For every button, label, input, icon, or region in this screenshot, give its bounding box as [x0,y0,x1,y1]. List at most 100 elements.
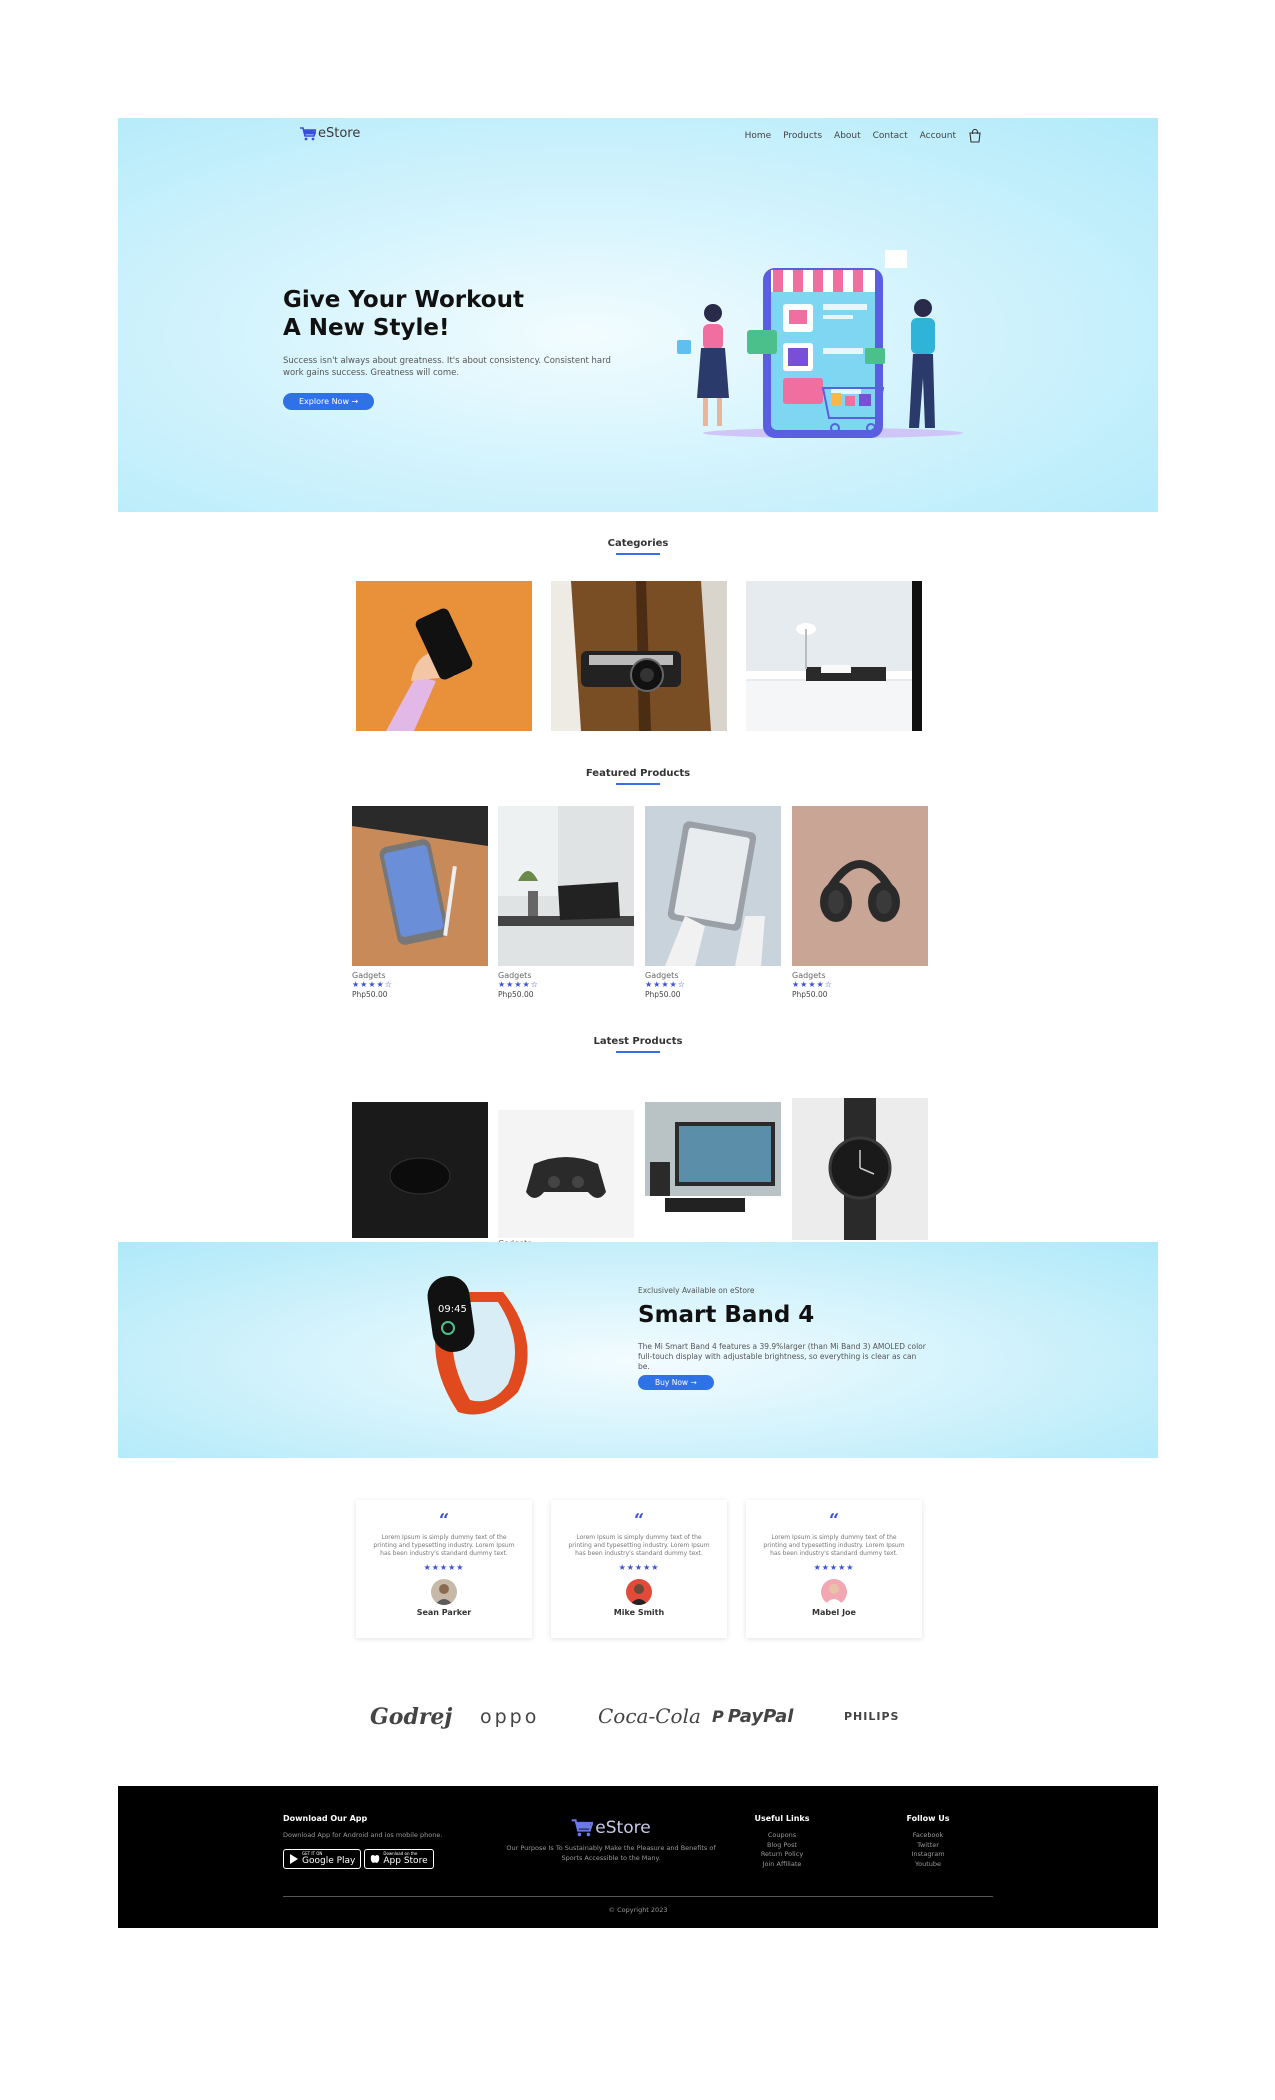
download-text: Download App for Android and ios mobile … [283,1831,443,1839]
download-title: Download Our App [283,1814,368,1823]
category-phone[interactable] [356,581,532,731]
categories-title-text: Categories [607,538,669,549]
nav-home[interactable]: Home [745,131,772,141]
featured-product-card[interactable]: Gadgets ★★★★☆ Php50.00 [792,806,928,999]
featured-title-text: Featured Products [585,768,691,779]
explore-now-button[interactable]: Explore Now → [283,393,375,410]
latest-title-text: Latest Products [593,1036,683,1047]
testimonial-name: Mike Smith [613,1608,665,1617]
featured-product-card[interactable]: Gadgets ★★★★☆ Php50.00 [352,806,488,999]
star-rating: ★★★★★ [813,1563,855,1572]
nav-about[interactable]: About [834,131,861,141]
buy-now-button[interactable]: Buy Now → [638,1375,714,1390]
app-store-big: App Store [383,1856,428,1866]
featured-title: Featured Products [118,768,1158,785]
google-play-big: Google Play [302,1856,356,1866]
tablet-image [645,806,781,966]
avatar [431,1579,457,1605]
footer-download: Download Our App Download App for Androi… [283,1814,442,1869]
testimonial-name: Mabel Joe [812,1608,856,1617]
mouse-image [352,1102,488,1238]
star-rating: ★★★★☆ [498,980,539,989]
star-rating: ★★★★☆ [352,980,393,989]
link-join-affiliate[interactable]: Join Affiliate [752,1860,812,1870]
game-controller-image [498,1110,634,1238]
wristwatch-image [792,1098,928,1240]
hero-section: eStore Home Products About Contact Accou… [118,118,1158,512]
footer: Download Our App Download App for Androi… [118,1786,1158,1928]
product-price: Php50.00 [352,990,388,999]
latest-product-card[interactable] [792,1098,928,1240]
product-category: Gadgets [792,971,826,980]
category-desk[interactable] [746,581,922,731]
link-instagram[interactable]: Instagram [898,1850,958,1860]
testimonial-text: Lorem Ipsum is simply dummy text of the … [373,1534,515,1557]
featured-product-card[interactable]: Gadgets ★★★★☆ Php50.00 [498,806,634,999]
product-category: Gadgets [645,971,679,980]
footer-logo[interactable]: eStore [496,1818,726,1838]
latest-product-card[interactable] [352,1102,488,1238]
testimonial-card: “ Lorem Ipsum is simply dummy text of th… [356,1500,532,1638]
page: eStore Home Products About Contact Accou… [118,118,1158,1928]
computer-setup-image [645,1102,781,1238]
product-price: Php50.00 [792,990,828,999]
laptop-desk-image [498,806,634,966]
link-twitter[interactable]: Twitter [898,1841,958,1851]
brand-cocacola-logo: Coca-Cola [598,1704,701,1728]
hero-title: Give Your Workout A New Style! [283,286,623,342]
testimonial-text: Lorem Ipsum is simply dummy text of the … [568,1534,710,1557]
star-rating: ★★★★★ [618,1563,660,1572]
latest-title: Latest Products [118,1036,1158,1053]
product-price: Php50.00 [645,990,681,999]
shopping-illustration [677,250,963,438]
product-price: Php50.00 [498,990,534,999]
hero-subtitle: Success isn't always about greatness. It… [283,356,611,378]
star-rating: ★★★★☆ [792,980,833,989]
nav-account[interactable]: Account [920,131,956,141]
site-logo[interactable]: eStore [300,126,360,141]
link-coupons[interactable]: Coupons [752,1831,812,1841]
testimonial-card: “ Lorem Ipsum is simply dummy text of th… [746,1500,922,1638]
testimonial-card: “ Lorem Ipsum is simply dummy text of th… [551,1500,727,1638]
footer-purpose: Our Purpose Is To Sustainably Make the P… [506,1844,716,1862]
headphones-image [792,806,928,966]
shopping-bag-icon[interactable] [968,129,982,143]
paypal-icon: P [712,1707,724,1726]
latest-product-card[interactable] [645,1102,781,1238]
product-category: Gadgets [498,971,532,980]
nav-links: Home Products About Contact Account [745,129,982,143]
camera-image [551,581,727,731]
useful-links: Useful Links Coupons Blog Post Return Po… [752,1814,812,1869]
footer-divider [283,1896,993,1897]
hero-title-line2: A New Style! [283,315,450,341]
brand-philips-logo: PHILIPS [844,1710,900,1723]
brand-oppo-logo: oppo [480,1706,540,1728]
testimonial-name: Sean Parker [416,1608,472,1617]
nav-products[interactable]: Products [783,131,822,141]
link-youtube[interactable]: Youtube [898,1860,958,1870]
copyright-text: © Copyright 2023 [608,1906,668,1914]
testimonial-text: Lorem Ipsum is simply dummy text of the … [763,1534,905,1557]
cart-logo-icon [572,1819,594,1837]
nav-contact[interactable]: Contact [873,131,908,141]
category-camera[interactable] [551,581,727,731]
link-return-policy[interactable]: Return Policy [752,1850,812,1860]
brand-godrej-logo: Godrej [370,1704,453,1730]
footer-logo-text: eStore [595,1818,651,1838]
play-icon [290,1853,298,1864]
link-facebook[interactable]: Facebook [898,1831,958,1841]
latest-product-card[interactable]: Gadgets [498,1110,634,1248]
promo-tag: Exclusively Available on eStore [638,1286,755,1295]
avatar [821,1579,847,1605]
navbar: eStore Home Products About Contact Accou… [118,118,1158,162]
useful-links-title: Useful Links [754,1814,810,1823]
quote-icon: “ [633,1510,645,1531]
featured-product-card[interactable]: Gadgets ★★★★☆ Php50.00 [645,806,781,999]
promo-banner: 09:45 Exclusively Available on eStore Sm… [118,1242,1158,1458]
link-blog-post[interactable]: Blog Post [752,1841,812,1851]
star-rating: ★★★★★ [423,1563,465,1572]
app-store-button[interactable]: Download on the App Store [364,1848,434,1869]
band-time: 09:45 [438,1304,467,1315]
google-play-button[interactable]: GET IT ON Google Play [283,1848,362,1869]
title-underline [616,783,660,785]
